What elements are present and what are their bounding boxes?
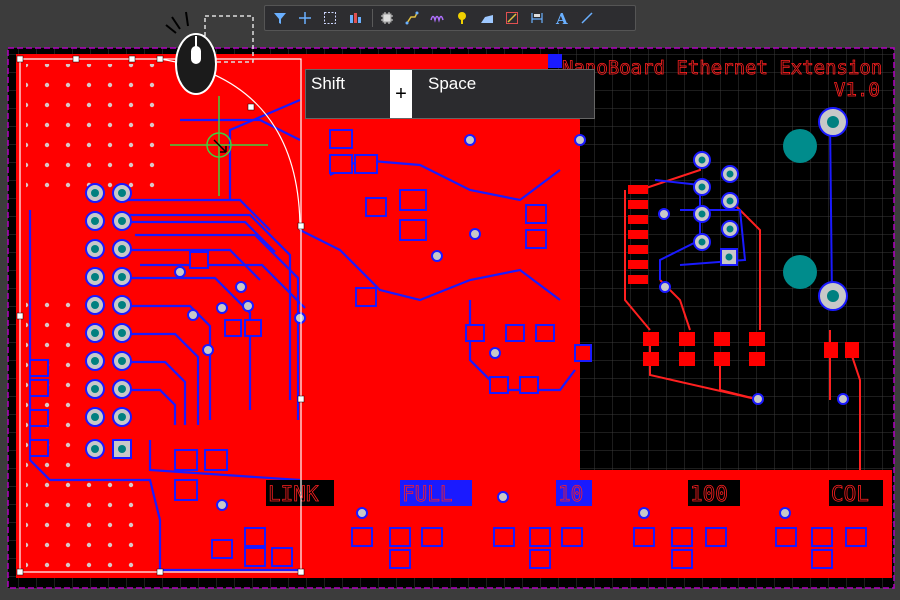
region-icon[interactable] (501, 7, 523, 29)
dimension-icon[interactable] (526, 7, 548, 29)
line-icon[interactable] (576, 7, 598, 29)
svg-text:A: A (555, 10, 568, 26)
placement-toolbar: A (264, 5, 636, 31)
label-100: 100 (690, 482, 728, 506)
label-link: LINK (268, 482, 319, 506)
text-icon[interactable]: A (551, 7, 573, 29)
route-icon[interactable] (401, 7, 423, 29)
via-field-3 (26, 478, 146, 573)
board-version: V1.0 (834, 79, 880, 101)
toolbar-separator (372, 9, 373, 27)
select-rect-icon[interactable] (319, 7, 341, 29)
align-icon[interactable] (344, 7, 366, 29)
shortcut-key-2: Space (428, 74, 477, 93)
crosshair-icon[interactable] (294, 7, 316, 29)
component-icon[interactable] (376, 7, 398, 29)
polygon-icon[interactable] (476, 7, 498, 29)
label-10: 10 (558, 482, 583, 506)
via-icon[interactable] (451, 7, 473, 29)
filter-icon[interactable] (269, 7, 291, 29)
label-full: FULL (402, 482, 453, 506)
shortcut-plus: + (390, 70, 412, 118)
board-title: NanoBoard Ethernet Extension (562, 57, 882, 79)
label-col: COL (831, 482, 869, 506)
via-field-1 (26, 64, 161, 194)
copper-fragment (548, 54, 562, 68)
shortcut-key-1: Shift (311, 74, 346, 93)
shortcut-hint: Shift + Space (305, 69, 595, 119)
tune-length-icon[interactable] (426, 7, 448, 29)
